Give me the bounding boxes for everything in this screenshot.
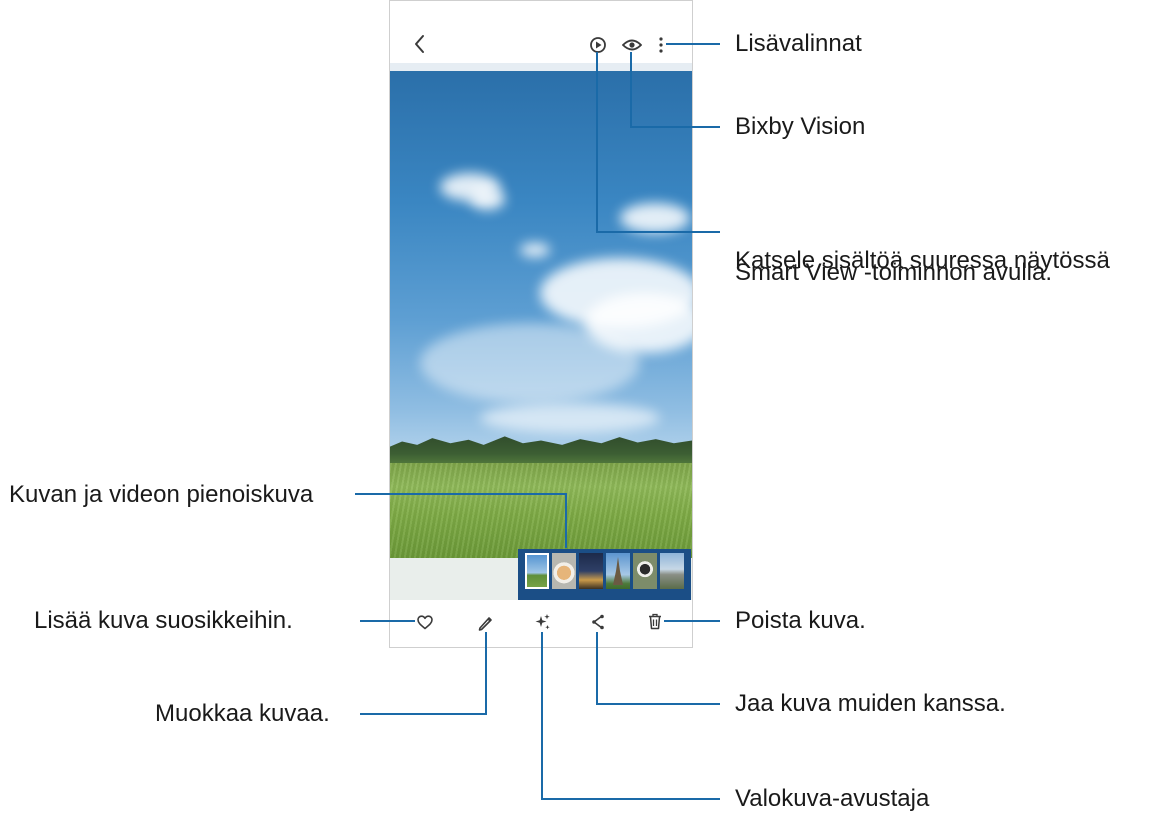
callout-line-thumbnail xyxy=(355,493,567,548)
callout-share: Jaa kuva muiden kanssa. xyxy=(735,690,1006,717)
callout-bixby-vision: Bixby Vision xyxy=(735,113,866,140)
callout-line-share xyxy=(596,632,720,705)
callout-assistant: Valokuva-avustaja xyxy=(735,785,930,812)
callout-line-assistant xyxy=(541,632,720,800)
callout-delete: Poista kuva. xyxy=(735,607,866,634)
callout-more-options: Lisävalinnat xyxy=(735,30,862,57)
callout-line-bixby-vision xyxy=(630,52,720,128)
callout-line-smart-view xyxy=(596,52,720,233)
callout-smart-view-line2: Smart View -toiminnon avulla. xyxy=(735,259,1053,286)
callout-line-edit xyxy=(360,632,487,715)
callout-edit: Muokkaa kuvaa. xyxy=(155,700,330,727)
callout-thumbnail: Kuvan ja videon pienoiskuva xyxy=(9,481,314,508)
callout-favourite: Lisää kuva suosikkeihin. xyxy=(34,607,293,634)
